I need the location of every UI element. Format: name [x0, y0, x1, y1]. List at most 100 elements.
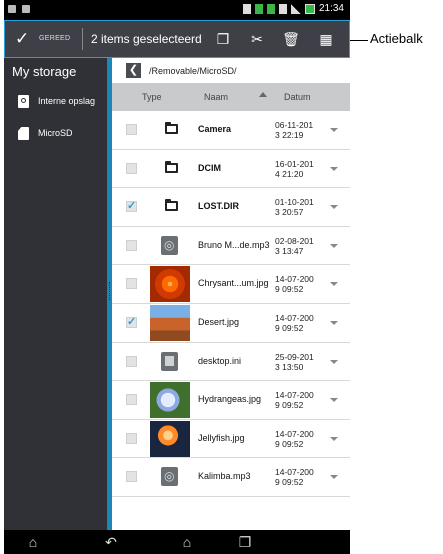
row-menu-chevron-icon[interactable]	[330, 359, 338, 364]
file-row[interactable]: Jellyfish.jpg 14-07-200 9 09:52	[112, 419, 350, 459]
audio-file-icon	[161, 467, 178, 487]
signal-icon	[290, 3, 301, 14]
folder-icon	[165, 160, 178, 173]
file-row[interactable]: Camera 06-11-201 3 22:19	[112, 111, 350, 150]
recent-apps-icon[interactable]: ❐	[230, 533, 260, 551]
settings-file-icon	[161, 351, 178, 371]
file-date: 16-01-201 4 21:20	[275, 158, 314, 179]
file-list-panel: ❮ /Removable/MicroSD/ Type Naam Datum Ca…	[112, 58, 350, 530]
row-menu-chevron-icon[interactable]	[330, 128, 338, 132]
column-date[interactable]: Datum	[284, 92, 311, 102]
folder-icon	[165, 122, 178, 134]
audio-file-icon	[161, 235, 178, 255]
file-row[interactable]: Desert.jpg 14-07-200 9 09:52	[112, 303, 350, 343]
sidebar-title: My storage	[12, 64, 77, 79]
sidebar-item-label: Interne opslag	[38, 96, 96, 106]
column-header: Type Naam Datum	[112, 83, 350, 111]
wifi-icon	[278, 3, 287, 14]
file-row[interactable]: Bruno M...de.mp3 02-08-201 3 13:47	[112, 226, 350, 266]
sidebar: My storage Interne opslag MicroSD	[4, 58, 107, 530]
file-row[interactable]: desktop.ini 25-09-201 3 13:50	[112, 342, 350, 382]
file-date: 06-11-201 3 22:19	[275, 120, 314, 140]
row-checkbox[interactable]	[126, 355, 137, 367]
sidebar-item-internal-storage[interactable]: Interne opslag	[4, 87, 107, 117]
row-menu-chevron-icon[interactable]	[330, 205, 338, 210]
back-icon[interactable]: ↶	[96, 533, 126, 551]
column-name[interactable]: Naam	[204, 92, 228, 102]
file-date: 14-07-200 9 09:52	[275, 312, 314, 333]
row-menu-chevron-icon[interactable]	[330, 320, 338, 325]
file-name: Hydrangeas.jpg	[198, 394, 262, 405]
row-checkbox[interactable]	[126, 471, 137, 483]
sidebar-item-microsd[interactable]: MicroSD	[4, 119, 107, 149]
row-checkbox[interactable]	[126, 199, 137, 213]
done-check-icon[interactable]: ✓	[15, 29, 29, 49]
file-date: 25-09-201 3 13:50	[275, 351, 314, 372]
file-name: Camera	[198, 124, 232, 134]
image-thumbnail	[150, 266, 190, 303]
battery-icon	[304, 3, 315, 14]
file-name: Kalimba.mp3	[198, 471, 251, 482]
row-checkbox[interactable]	[126, 124, 137, 135]
current-path: /Removable/MicroSD/	[149, 66, 237, 76]
cut-icon[interactable]: ✂	[247, 29, 267, 49]
sd-card-icon	[18, 127, 29, 140]
delete-icon[interactable]: 🗑	[281, 29, 301, 49]
back-arrow-icon[interactable]: ❮	[126, 63, 141, 78]
status-time: 21:34	[318, 3, 344, 14]
sort-ascending-icon[interactable]	[259, 92, 267, 97]
file-row[interactable]: Chrysant...um.jpg 14-07-200 9 09:52	[112, 265, 350, 304]
file-date: 14-07-200 9 09:52	[275, 467, 314, 488]
drag-handle[interactable]	[109, 282, 111, 300]
sidebar-item-label: MicroSD	[38, 128, 73, 138]
file-name: Jellyfish.jpg	[198, 432, 245, 443]
row-menu-chevron-icon[interactable]	[330, 436, 338, 441]
row-checkbox[interactable]	[126, 432, 137, 444]
file-row[interactable]: Hydrangeas.jpg 14-07-200 9 09:52	[112, 381, 350, 420]
row-checkbox[interactable]	[126, 315, 137, 328]
selection-count: 2 items geselecteerd	[91, 32, 202, 46]
file-name: Chrysant...um.jpg	[198, 278, 269, 289]
file-date: 14-07-200 9 09:52	[275, 390, 314, 411]
mail-icon	[22, 5, 30, 13]
row-checkbox[interactable]	[126, 394, 137, 406]
copy-icon[interactable]: ❐	[213, 29, 233, 49]
home-icon[interactable]: ⌂	[18, 533, 48, 551]
storage-icon	[18, 95, 29, 108]
image-thumbnail	[150, 382, 190, 419]
select-all-icon[interactable]: ▦	[316, 29, 336, 49]
done-button[interactable]: GEREED	[39, 35, 70, 42]
row-menu-chevron-icon[interactable]	[330, 243, 338, 248]
column-type[interactable]: Type	[142, 92, 162, 102]
row-checkbox[interactable]	[126, 162, 137, 174]
file-list: Camera 06-11-201 3 22:19 DCIM 16-01-201 4 2…	[112, 111, 350, 497]
row-menu-chevron-icon[interactable]	[330, 475, 338, 480]
file-date: 14-07-200 9 09:52	[275, 428, 314, 449]
file-row[interactable]: Kalimba.mp3 14-07-200 9 09:52	[112, 458, 350, 497]
file-date: 01-10-201 3 20:57	[275, 197, 314, 218]
sim-icon	[254, 3, 263, 14]
status-bar: 21:34	[4, 0, 350, 20]
device-screen: 21:34 ✓ GEREED 2 items geselecteerd ❐ ✂ …	[4, 0, 350, 554]
file-date: 14-07-200 9 09:52	[275, 274, 314, 295]
row-menu-chevron-icon[interactable]	[330, 282, 338, 287]
file-row[interactable]: LOST.DIR 01-10-201 3 20:57	[112, 188, 350, 227]
callout-label: Actiebalk	[370, 31, 423, 46]
vibrate-icon	[242, 3, 251, 14]
row-menu-chevron-icon[interactable]	[330, 398, 338, 403]
row-checkbox[interactable]	[126, 278, 137, 290]
file-row[interactable]: DCIM 16-01-201 4 21:20	[112, 149, 350, 189]
row-checkbox[interactable]	[126, 239, 137, 251]
status-right-icons: 21:34	[242, 3, 344, 14]
image-icon	[8, 5, 16, 13]
callout-line	[350, 40, 368, 41]
home-outline-icon[interactable]: ⌂	[172, 533, 202, 551]
file-date: 02-08-201 3 13:47	[275, 235, 314, 256]
navigation-bar: ⌂ ↶ ⌂ ❐	[4, 530, 350, 554]
action-bar-divider	[82, 28, 83, 50]
file-name: desktop.ini	[198, 355, 242, 366]
image-thumbnail	[150, 304, 190, 341]
row-menu-chevron-icon[interactable]	[330, 166, 338, 171]
data-icon	[266, 3, 275, 14]
status-left-icons	[8, 5, 30, 13]
